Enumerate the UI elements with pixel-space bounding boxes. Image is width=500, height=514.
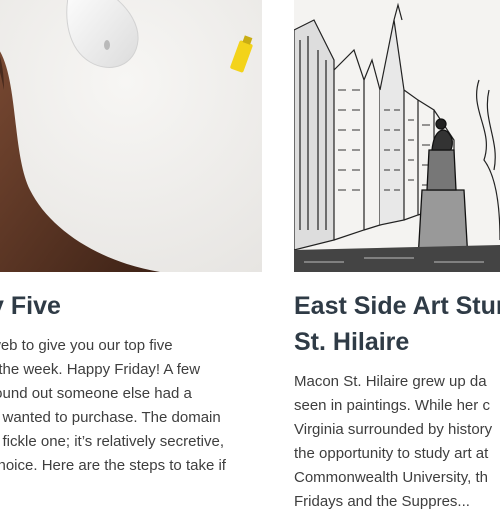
excerpt-line: a fickle one; it’s relatively secretive,	[0, 433, 224, 450]
excerpt-line: Fridays and the Suppres...	[294, 493, 470, 510]
post-2-title[interactable]: East Side Art Stur St. Hilaire	[294, 288, 500, 360]
street-sketch-illustration	[294, 0, 500, 272]
post-2-excerpt: Macon St. Hilaire grew up da seen in pai…	[294, 370, 500, 514]
post-1-excerpt: web to give you our top five f the week.…	[0, 334, 262, 478]
excerpt-line: Virginia surrounded by history	[294, 421, 493, 438]
post-2-thumbnail-image[interactable]	[294, 0, 500, 272]
excerpt-line: Macon St. Hilaire grew up da	[294, 373, 487, 390]
title-line[interactable]: East Side Art Stur	[294, 288, 500, 324]
excerpt-line: the opportunity to study art at	[294, 445, 489, 462]
desk-photo-illustration	[0, 0, 262, 272]
excerpt-line: Commonwealth University, th	[294, 469, 488, 486]
post-1-thumbnail-image[interactable]	[0, 0, 262, 272]
title-line[interactable]: St. Hilaire	[294, 324, 500, 360]
excerpt-line: found out someone else had a	[0, 385, 192, 402]
post-card-1[interactable]: y Five web to give you our top five f th…	[0, 0, 262, 478]
excerpt-line: f the week. Happy Friday! A few	[0, 361, 201, 378]
excerpt-line: choice. Here are the steps to take if	[0, 457, 226, 474]
excerpt-line: e wanted to purchase. The domain	[0, 409, 221, 426]
post-card-2[interactable]: East Side Art Stur St. Hilaire Macon St.…	[294, 0, 500, 514]
excerpt-line: seen in paintings. While her c	[294, 397, 490, 414]
post-1-title[interactable]: y Five	[0, 288, 262, 324]
excerpt-line: web to give you our top five	[0, 337, 173, 354]
